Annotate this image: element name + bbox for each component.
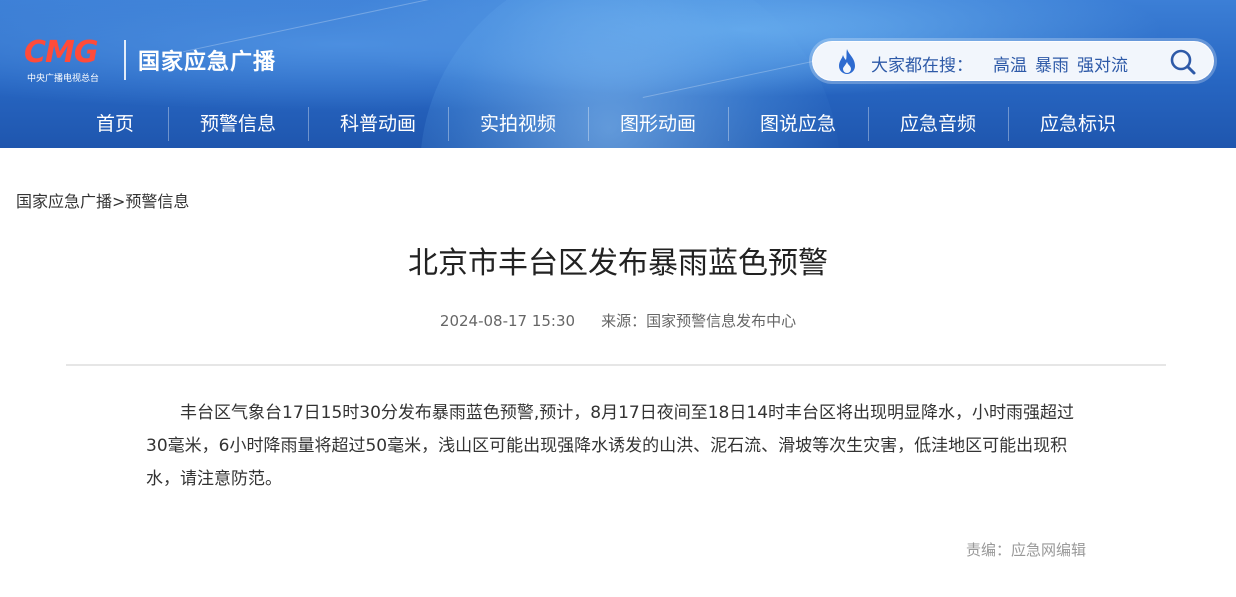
logo-wordmark: CMG: [24, 36, 98, 70]
hot-word-link[interactable]: 高温: [993, 56, 1027, 76]
nav-item-audio[interactable]: 应急音频: [868, 104, 1008, 144]
nav-item-warnings[interactable]: 预警信息: [168, 104, 308, 144]
main-nav: 首页 预警信息 科普动画 实拍视频 图形动画 图说应急 应急音频 应急标识: [62, 104, 1148, 144]
hot-word-link[interactable]: 暴雨: [1035, 56, 1069, 76]
search-hot-label: 大家都在搜：: [871, 56, 973, 76]
search-icon[interactable]: [1169, 48, 1197, 76]
site-name[interactable]: 国家应急广播: [138, 44, 276, 76]
divider: [66, 364, 1166, 366]
nav-item-signs[interactable]: 应急标识: [1008, 104, 1148, 144]
flame-icon: [839, 49, 855, 74]
article-source: 来源：国家预警信息发布中心: [601, 312, 797, 330]
nav-item-live-video[interactable]: 实拍视频: [448, 104, 588, 144]
site-header: CMG 中央广播电视总台 国家应急广播 大家都在搜： 高温 暴雨 强对流 首页 预警…: [0, 0, 1236, 148]
logo-letters: CMG: [24, 35, 98, 70]
breadcrumb[interactable]: 国家应急广播>预警信息: [16, 188, 189, 212]
hot-search-words: 高温 暴雨 强对流: [993, 51, 1136, 76]
logo-divider: [124, 40, 126, 80]
publish-datetime: 2024-08-17 15:30: [439, 312, 576, 330]
search-bar[interactable]: 大家都在搜： 高温 暴雨 强对流: [812, 41, 1214, 81]
logo-subtitle: 中央广播电视总台: [27, 74, 100, 84]
nav-item-illustrated[interactable]: 图说应急: [728, 104, 868, 144]
article-editor: 责编：应急网编辑: [965, 541, 1086, 559]
hot-word-link[interactable]: 强对流: [1077, 56, 1128, 76]
nav-item-home[interactable]: 首页: [62, 104, 168, 144]
article-body: 丰台区气象台17日15时30分发布暴雨蓝色预警,预计，8月17日夜间至18日14…: [146, 403, 1075, 489]
nav-item-science-animation[interactable]: 科普动画: [308, 104, 448, 144]
article-title: 北京市丰台区发布暴雨蓝色预警: [408, 246, 828, 281]
article-meta: 2024-08-17 15:30 来源：国家预警信息发布中心: [0, 310, 1236, 331]
nav-item-graphic-animation[interactable]: 图形动画: [588, 104, 728, 144]
cmg-logo[interactable]: CMG 中央广播电视总台: [24, 36, 124, 85]
